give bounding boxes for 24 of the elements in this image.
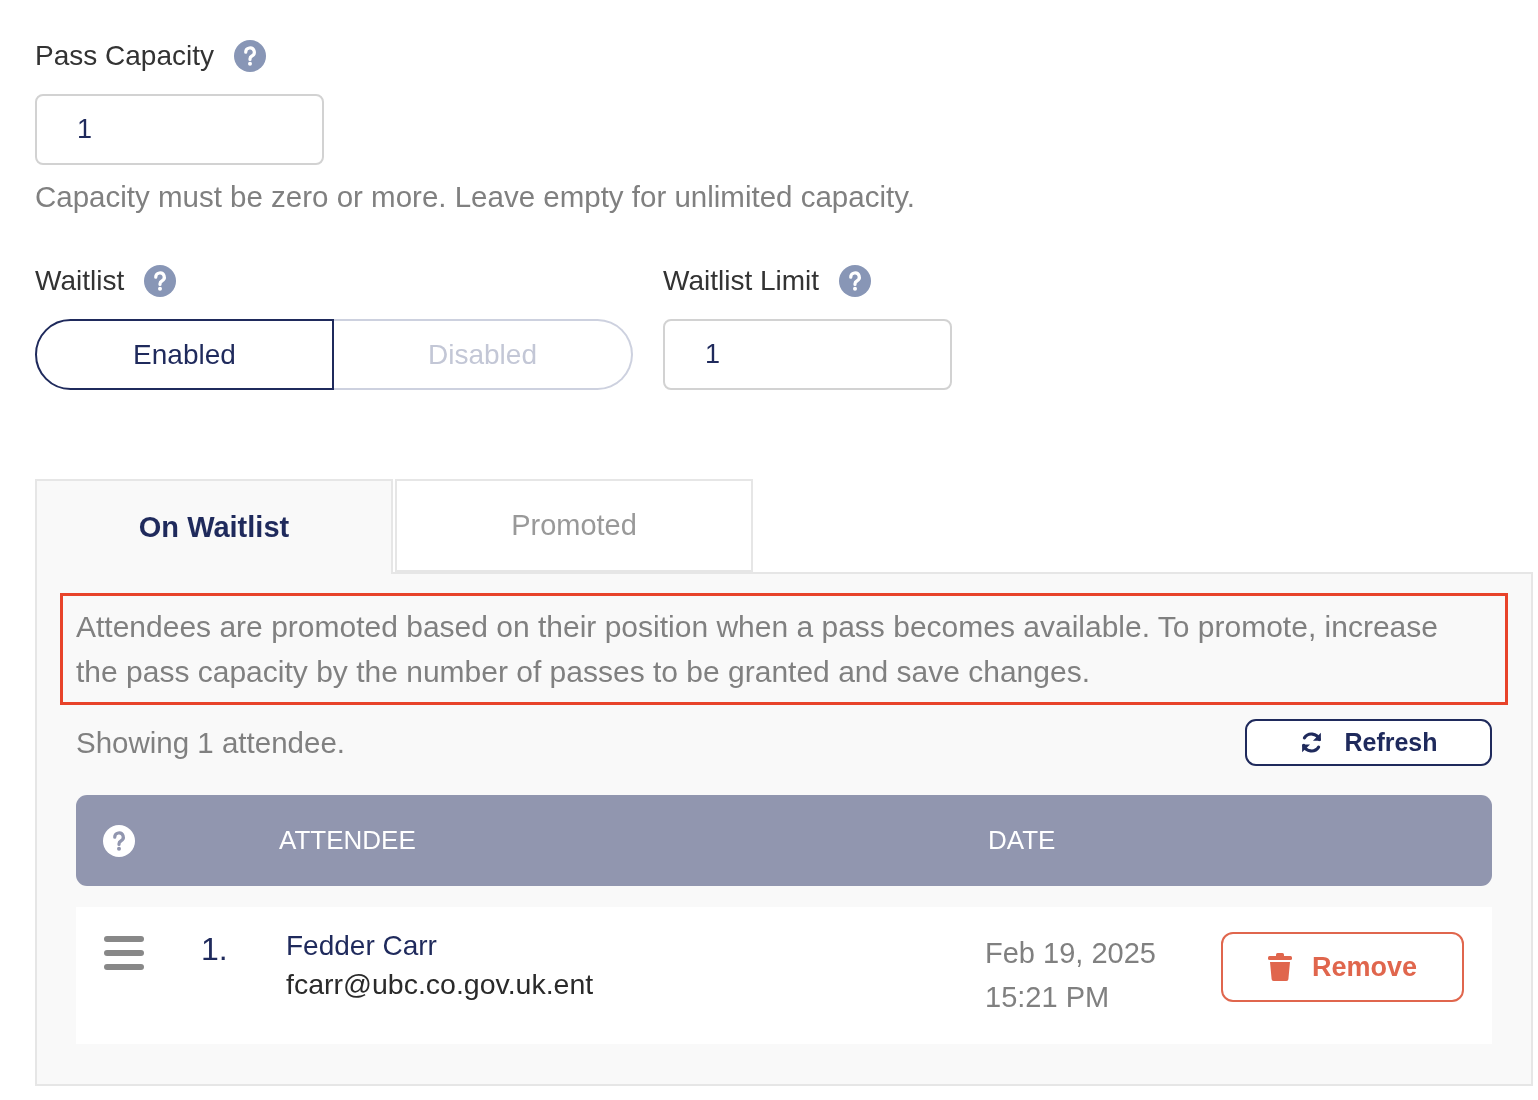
- input-field[interactable]: 1: [663, 319, 952, 390]
- trash-icon: [1267, 953, 1292, 981]
- field-label: Waitlist: [35, 264, 125, 298]
- column-header: DATE: [988, 825, 1056, 856]
- result-count-text: Showing 1 attendee.: [76, 725, 345, 760]
- time-text: 15:21 PM: [985, 980, 1110, 1015]
- drag-handle-icon[interactable]: [104, 936, 144, 970]
- help-icon[interactable]: [103, 824, 135, 857]
- info-text: Attendees are promoted based on their position when a pass becomes available. To promote, increase the pass capacity by the number of passes to be granted and save changes.: [60, 593, 1508, 705]
- refresh-button[interactable]: Refresh: [1245, 719, 1492, 766]
- help-icon[interactable]: [839, 265, 872, 297]
- attendee-name: Fedder Carr: [286, 929, 437, 963]
- help-icon[interactable]: [233, 40, 266, 72]
- hint-text: Capacity must be zero or more. Leave empty for unlimited capacity.: [35, 179, 915, 215]
- position-number: 1.: [201, 930, 229, 969]
- toggle-option[interactable]: Enabled: [35, 319, 334, 390]
- tab[interactable]: On Waitlist: [35, 479, 393, 574]
- attendee-email: fcarr@ubc.co.gov.uk.ent: [286, 967, 594, 1002]
- field-label: Waitlist Limit: [663, 264, 820, 298]
- field-label: Pass Capacity: [35, 39, 214, 73]
- date-text: Feb 19, 2025: [985, 936, 1156, 971]
- column-header: ATTENDEE: [279, 825, 417, 856]
- help-icon[interactable]: [144, 265, 177, 297]
- input-field[interactable]: 1: [35, 94, 324, 165]
